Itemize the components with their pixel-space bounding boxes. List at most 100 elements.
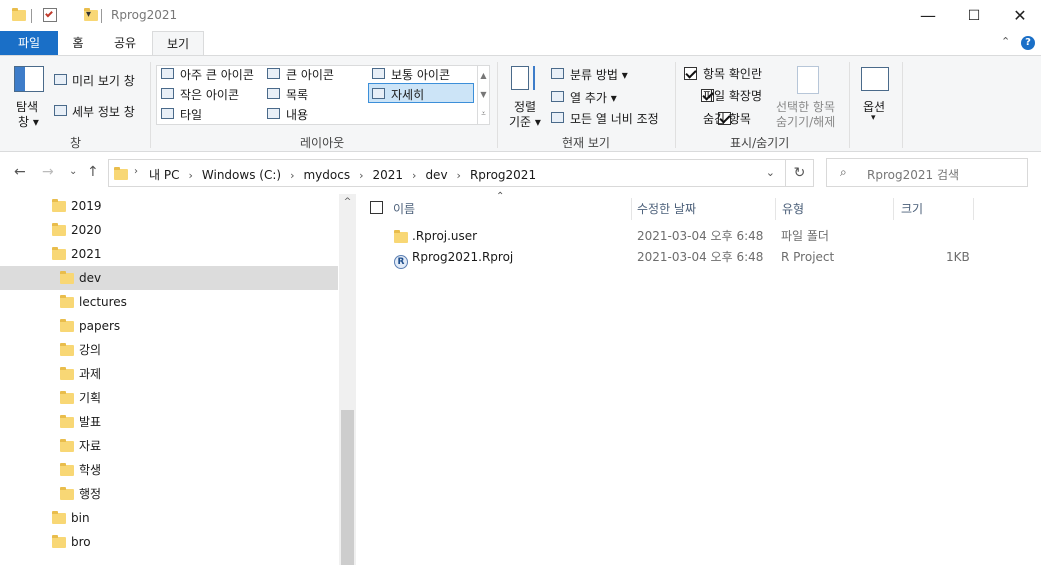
navigation-pane: 2019 2020 2021 dev lectures papers 강의 과제기획발표자료 학… bbox=[0, 194, 356, 565]
breadcrumb-item[interactable]: Windows (C:) bbox=[202, 168, 281, 182]
breadcrumb-item[interactable]: dev bbox=[425, 168, 447, 182]
breadcrumb-item[interactable]: 2021 bbox=[372, 168, 403, 182]
content-option[interactable]: 내용 bbox=[286, 106, 308, 123]
tree-item[interactable]: 학생 bbox=[0, 458, 338, 482]
group-separator bbox=[150, 62, 151, 148]
tree-item[interactable]: lectures bbox=[0, 290, 338, 314]
tree-item[interactable]: 2021 bbox=[0, 242, 338, 266]
tree-item-label: 2020 bbox=[71, 223, 102, 237]
group-by-button[interactable]: 분류 방법 ▾ bbox=[570, 66, 628, 83]
scroll-thumb[interactable] bbox=[341, 410, 354, 565]
tree-item[interactable]: 2019 bbox=[0, 194, 338, 218]
column-header-date[interactable]: 수정한 날짜 bbox=[637, 199, 696, 219]
hidden-items-label[interactable]: 숨긴 항목 bbox=[703, 110, 751, 127]
search-box[interactable]: ⌕ Rprog2021 검색 bbox=[826, 158, 1028, 187]
folder-icon bbox=[114, 167, 128, 180]
column-separator[interactable] bbox=[631, 198, 632, 220]
item-check-boxes-label[interactable]: 항목 확인란 bbox=[703, 65, 762, 82]
table-row[interactable]: R Rprog2021.Rproj 2021-03-04 오후 6:48 R Proj… bbox=[376, 247, 996, 269]
breadcrumb-chevron-icon[interactable]: › bbox=[290, 169, 294, 182]
close-button[interactable]: ✕ bbox=[997, 0, 1041, 31]
folder-icon bbox=[60, 343, 74, 356]
tree-item-label: bro bbox=[71, 535, 91, 549]
item-check-boxes-checkbox[interactable] bbox=[684, 67, 697, 80]
sort-by-label-2[interactable]: 기준 ▾ bbox=[509, 113, 541, 130]
large-icons-icon bbox=[267, 68, 280, 79]
breadcrumb-chevron-icon[interactable]: › bbox=[359, 169, 363, 182]
gallery-scroll[interactable]: ▲ ▼ ⩡ bbox=[477, 66, 489, 124]
up-arrow-icon[interactable]: ↑ bbox=[87, 164, 99, 180]
file-name-extensions-label[interactable]: 파일 확장명 bbox=[703, 87, 762, 104]
table-row[interactable]: .Rproj.user 2021-03-04 오후 6:48 파일 폴더 bbox=[376, 226, 996, 247]
tree-item[interactable]: 행정 bbox=[0, 482, 338, 506]
navigation-pane-label-2[interactable]: 창 ▾ bbox=[18, 113, 39, 130]
back-arrow-icon[interactable]: ← bbox=[14, 164, 26, 180]
small-icons-option[interactable]: 작은 아이콘 bbox=[180, 86, 239, 103]
folder-icon bbox=[60, 391, 74, 404]
forward-arrow-icon[interactable]: → bbox=[42, 164, 54, 180]
properties-icon[interactable] bbox=[43, 8, 57, 22]
tab-share[interactable]: 공유 bbox=[102, 31, 148, 55]
column-header-size[interactable]: 크기 bbox=[901, 199, 923, 219]
customize-quick-access-icon[interactable]: ▾ bbox=[86, 9, 91, 20]
tab-view[interactable]: 보기 bbox=[152, 31, 204, 55]
refresh-button[interactable]: ↻ bbox=[786, 159, 814, 187]
scroll-up-icon[interactable]: ^ bbox=[339, 194, 356, 211]
column-separator[interactable] bbox=[775, 198, 776, 220]
tree-item[interactable]: papers bbox=[0, 314, 338, 338]
medium-icons-option[interactable]: 보통 아이콘 bbox=[391, 66, 450, 83]
sort-by-icon[interactable] bbox=[511, 64, 539, 94]
help-icon[interactable]: ? bbox=[1021, 36, 1035, 50]
tree-item[interactable]: 발표 bbox=[0, 410, 338, 434]
file-size: 1KB bbox=[946, 250, 970, 264]
add-columns-button[interactable]: 열 추가 ▾ bbox=[570, 89, 617, 106]
breadcrumb-item[interactable]: Rprog2021 bbox=[470, 168, 536, 182]
breadcrumb-chevron-icon[interactable]: › bbox=[412, 169, 416, 182]
tree-item[interactable]: 기획 bbox=[0, 386, 338, 410]
column-separator[interactable] bbox=[973, 198, 974, 220]
large-icons-option[interactable]: 큰 아이콘 bbox=[286, 66, 334, 83]
tree-item-label: 발표 bbox=[79, 415, 102, 429]
breadcrumb-item[interactable]: mydocs bbox=[303, 168, 350, 182]
tree-item[interactable]: bin bbox=[0, 506, 338, 530]
preview-pane-button[interactable]: 미리 보기 창 bbox=[72, 72, 135, 89]
tree-item[interactable]: 2020 bbox=[0, 218, 338, 242]
address-bar[interactable]: › 내 PC › Windows (C:) › mydocs › 2021 › dev › Rpro… bbox=[108, 159, 786, 187]
tree-item-label: 2021 bbox=[71, 247, 102, 261]
select-all-checkbox[interactable] bbox=[370, 201, 383, 214]
tree-item[interactable]: 과제 bbox=[0, 362, 338, 386]
recent-locations-icon[interactable]: ⌄ bbox=[69, 166, 77, 177]
column-header-type[interactable]: 유형 bbox=[782, 199, 804, 219]
size-all-columns-button[interactable]: 모든 열 너비 조정 bbox=[570, 110, 659, 127]
details-option[interactable]: 자세히 bbox=[391, 86, 424, 103]
column-separator[interactable] bbox=[893, 198, 894, 220]
tab-file[interactable]: 파일 bbox=[0, 31, 58, 55]
quick-access-separator bbox=[31, 9, 32, 23]
column-header-name[interactable]: 이름 bbox=[393, 199, 415, 219]
tree-item[interactable]: dev bbox=[0, 266, 338, 290]
list-option[interactable]: 목록 bbox=[286, 86, 308, 103]
folder-icon bbox=[52, 535, 66, 548]
extra-large-icons-option[interactable]: 아주 큰 아이콘 bbox=[180, 66, 254, 83]
title-bar: ▾ Rprog2021 — ☐ ✕ bbox=[0, 0, 1041, 31]
navigation-pane-scrollbar[interactable]: ^ bbox=[339, 194, 356, 565]
navigation-pane-icon[interactable] bbox=[14, 66, 44, 92]
tab-home[interactable]: 홈 bbox=[58, 31, 98, 55]
minimize-ribbon-icon[interactable]: ⌃ bbox=[1001, 35, 1010, 48]
tree-item[interactable]: bro bbox=[0, 530, 338, 554]
breadcrumb-chevron-icon[interactable]: › bbox=[188, 169, 192, 182]
tree-item[interactable]: 자료 bbox=[0, 434, 338, 458]
maximize-button[interactable]: ☐ bbox=[951, 0, 997, 31]
tree-item-label: 기획 bbox=[79, 391, 102, 405]
options-dropdown-icon[interactable]: ▾ bbox=[871, 113, 876, 123]
tree-item[interactable]: 강의 bbox=[0, 338, 338, 362]
breadcrumb-item[interactable]: 내 PC bbox=[149, 168, 179, 182]
details-pane-button[interactable]: 세부 정보 창 bbox=[72, 103, 135, 120]
minimize-button[interactable]: — bbox=[905, 0, 951, 31]
address-history-icon[interactable]: ⌄ bbox=[766, 166, 775, 179]
extra-large-icons-icon bbox=[161, 68, 174, 79]
tiles-option[interactable]: 타일 bbox=[180, 106, 202, 123]
breadcrumb-chevron-icon[interactable]: › bbox=[457, 169, 461, 182]
options-icon[interactable] bbox=[861, 67, 889, 91]
group-separator bbox=[675, 62, 676, 148]
